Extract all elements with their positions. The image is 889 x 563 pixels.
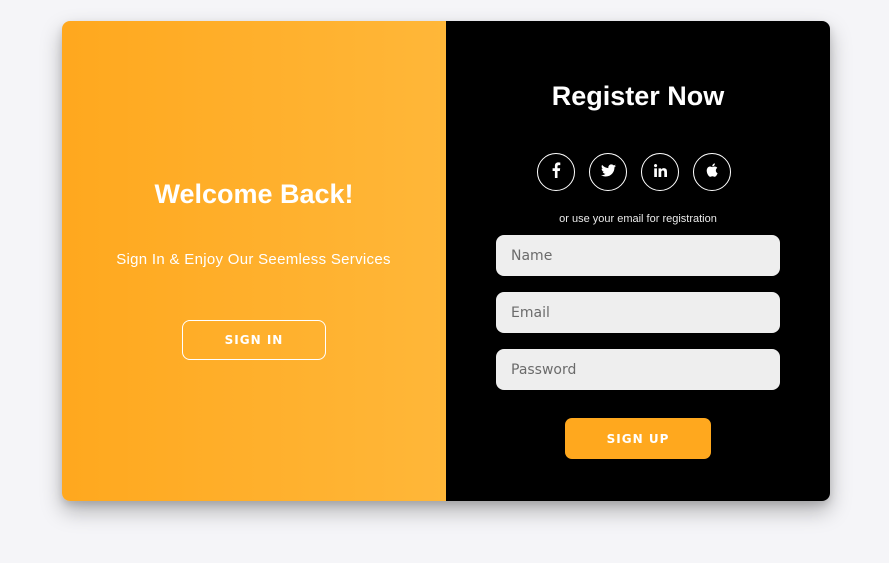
password-input[interactable] bbox=[496, 349, 780, 390]
linkedin-icon bbox=[653, 163, 667, 181]
social-login-row bbox=[537, 153, 731, 191]
email-input[interactable] bbox=[496, 292, 780, 333]
sign-up-button[interactable]: SIGN UP bbox=[565, 418, 711, 459]
twitter-icon bbox=[600, 163, 616, 181]
registration-hint: or use your email for registration bbox=[559, 213, 717, 225]
welcome-subtitle: Sign In & Enjoy Our Seemless Services bbox=[116, 251, 391, 268]
register-panel: Register Now or use your email for regis… bbox=[446, 21, 830, 501]
apple-icon bbox=[706, 163, 718, 181]
facebook-button[interactable] bbox=[537, 153, 575, 191]
twitter-button[interactable] bbox=[589, 153, 627, 191]
apple-button[interactable] bbox=[693, 153, 731, 191]
welcome-panel: Welcome Back! Sign In & Enjoy Our Seemle… bbox=[62, 21, 446, 501]
facebook-icon bbox=[551, 162, 561, 182]
name-input[interactable] bbox=[496, 235, 780, 276]
auth-card: Welcome Back! Sign In & Enjoy Our Seemle… bbox=[62, 21, 830, 501]
register-title: Register Now bbox=[551, 81, 725, 111]
sign-in-button[interactable]: SIGN IN bbox=[182, 320, 326, 360]
linkedin-button[interactable] bbox=[641, 153, 679, 191]
welcome-title: Welcome Back! bbox=[154, 179, 354, 209]
